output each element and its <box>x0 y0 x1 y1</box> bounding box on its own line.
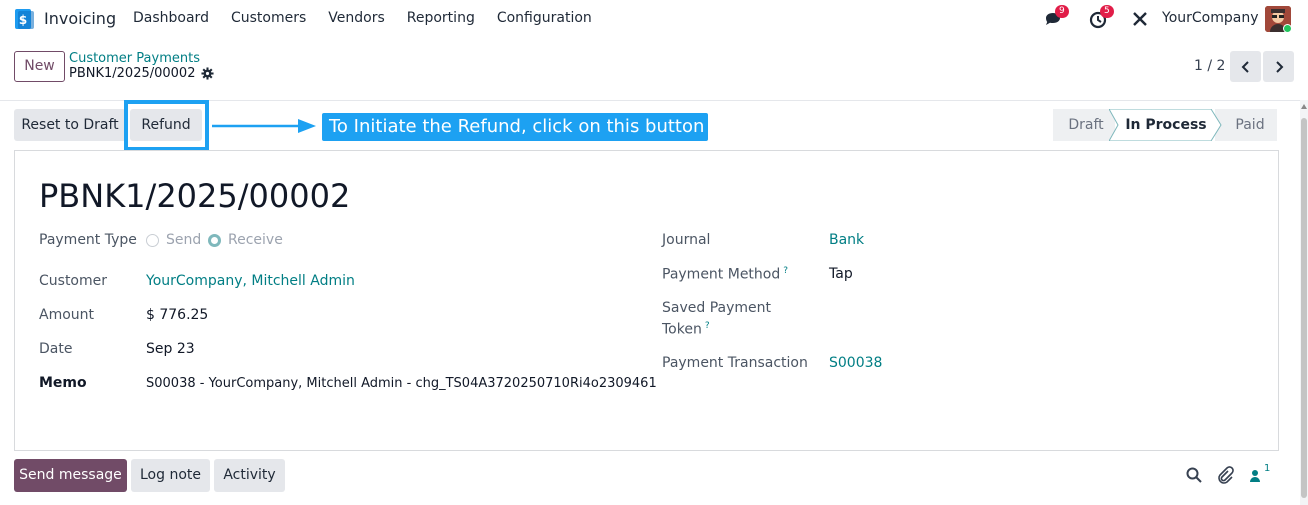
journal-label: Journal <box>662 232 711 248</box>
menu-item-reporting[interactable]: Reporting <box>407 10 475 26</box>
customer-label: Customer <box>39 273 108 289</box>
saved-token-label-text: Token <box>662 321 702 338</box>
memo-value: S00038 - YourCompany, Mitchell Admin - c… <box>146 376 657 391</box>
menu-item-dashboard[interactable]: Dashboard <box>133 10 209 26</box>
log-note-button[interactable]: Log note <box>131 459 210 492</box>
app-name[interactable]: Invoicing <box>44 9 116 28</box>
search-icon[interactable] <box>1185 466 1203 484</box>
saved-token-label-line1: Saved Payment <box>662 300 771 316</box>
tools-icon <box>1133 12 1147 26</box>
payment-method-help-icon[interactable]: ? <box>783 266 788 276</box>
menu-item-vendors[interactable]: Vendors <box>328 10 384 26</box>
refund-highlight-box <box>124 100 209 151</box>
stage-paid[interactable]: Paid <box>1215 109 1277 141</box>
payment-method-label-text: Payment Method <box>662 266 781 283</box>
company-switcher[interactable]: YourCompany <box>1162 10 1259 26</box>
amount-value: $ 776.25 <box>146 307 209 323</box>
scrollbar-thumb[interactable] <box>1301 118 1307 498</box>
memo-label: Memo <box>39 375 87 391</box>
online-status-dot <box>1283 24 1292 33</box>
send-message-button[interactable]: Send message <box>14 459 127 492</box>
saved-token-help-icon[interactable]: ? <box>705 321 710 331</box>
followers-count: 1 <box>1264 463 1271 474</box>
payment-transaction-label: Payment Transaction <box>662 355 808 371</box>
new-button[interactable]: New <box>14 51 65 82</box>
date-label: Date <box>39 341 73 357</box>
debug-tools-button[interactable] <box>1131 10 1151 30</box>
amount-label: Amount <box>39 307 95 323</box>
activity-button[interactable]: Activity <box>214 459 285 492</box>
main-menu: Dashboard Customers Vendors Reporting Co… <box>133 10 614 26</box>
chevron-left-icon <box>1241 60 1249 73</box>
activities-badge: 5 <box>1100 5 1114 18</box>
callout-arrow-icon <box>212 119 316 133</box>
status-bar: Draft Paid In Process <box>1053 109 1277 141</box>
breadcrumb-customer-payments[interactable]: Customer Payments <box>69 51 200 66</box>
payment-title: PBNK1/2025/00002 <box>39 177 351 215</box>
stage-in-process[interactable]: In Process <box>1113 109 1219 141</box>
payment-method-label: Payment Method? <box>662 266 788 283</box>
paperclip-icon[interactable] <box>1216 466 1234 484</box>
radio-send[interactable] <box>146 234 159 247</box>
refund-callout: To Initiate the Refund, click on this bu… <box>322 113 708 141</box>
reset-to-draft-button[interactable]: Reset to Draft <box>14 109 126 141</box>
chevron-right-icon <box>1275 60 1283 73</box>
menu-item-configuration[interactable]: Configuration <box>497 10 592 26</box>
followers-icon[interactable] <box>1247 466 1265 484</box>
radio-receive-label[interactable]: Receive <box>228 232 283 248</box>
journal-link[interactable]: Bank <box>829 232 864 248</box>
breadcrumb-record-name: PBNK1/2025/00002 <box>69 66 196 81</box>
activities-button[interactable]: 5 <box>1089 5 1114 30</box>
form-sheet: PBNK1/2025/00002 Payment Type Send Recei… <box>14 150 1279 451</box>
messages-badge: 9 <box>1055 5 1069 18</box>
pager-previous-button[interactable] <box>1230 51 1261 82</box>
top-navbar: $ Invoicing Dashboard Customers Vendors … <box>0 0 1308 38</box>
customer-link[interactable]: YourCompany, Mitchell Admin <box>146 273 355 289</box>
pager-next-button[interactable] <box>1263 51 1294 82</box>
saved-token-label-line2: Token? <box>662 321 710 338</box>
stage-draft[interactable]: Draft <box>1053 109 1115 141</box>
radio-receive[interactable] <box>208 234 221 247</box>
invoicing-app-icon[interactable]: $ <box>12 8 34 30</box>
messages-button[interactable]: 9 <box>1044 5 1069 30</box>
payment-type-label: Payment Type <box>39 232 137 248</box>
svg-text:$: $ <box>19 13 27 27</box>
scroll-up-arrow[interactable] <box>1301 104 1307 109</box>
radio-send-label[interactable]: Send <box>166 232 201 248</box>
gear-icon[interactable] <box>201 67 214 80</box>
pager-value[interactable]: 1 / 2 <box>1194 58 1225 74</box>
payment-transaction-link[interactable]: S00038 <box>829 355 882 371</box>
date-value: Sep 23 <box>146 341 195 357</box>
menu-item-customers[interactable]: Customers <box>231 10 306 26</box>
payment-method-value: Tap <box>829 266 853 282</box>
